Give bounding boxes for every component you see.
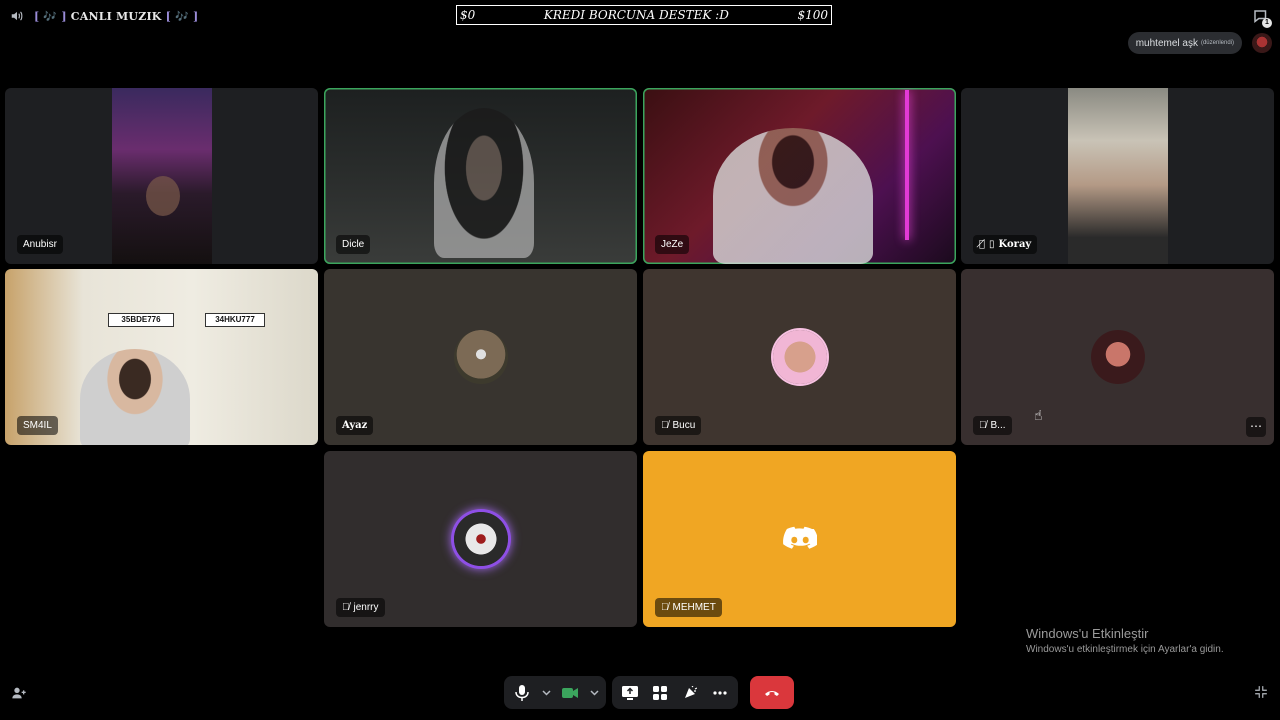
- windows-activation-watermark: Windows'u Etkinleştir Windows'u etkinleş…: [1026, 626, 1224, 655]
- status-text: muhtemel aşk: [1135, 37, 1198, 49]
- speaker-icon[interactable]: [10, 9, 24, 23]
- participant-label: Anubisr: [17, 235, 63, 254]
- fullscreen-icon[interactable]: [1254, 685, 1268, 699]
- participant-name: MEHMET: [672, 602, 716, 613]
- tile-more-button[interactable]: ⋯: [1246, 417, 1266, 437]
- channel-header: [ 🎶 ] CANLI MUZIK [ 🎶 ]: [10, 8, 198, 24]
- participant-name: Dicle: [342, 239, 365, 250]
- camera-button[interactable]: [558, 681, 582, 705]
- video-feed: [434, 108, 534, 258]
- more-icon: [713, 690, 727, 695]
- status-edited: (düzenlendi): [1200, 40, 1234, 46]
- soundboard-button[interactable]: [678, 681, 702, 705]
- video-feed-light: [905, 90, 909, 240]
- watermark-subtitle: Windows'u etkinleştirmek için Ayarlar'a …: [1026, 644, 1224, 655]
- participant-tile-koray[interactable]: 🎙̸ ▯ Koray: [961, 88, 1274, 264]
- threads-button[interactable]: 1: [1252, 8, 1272, 28]
- participant-label: 🎙̸ ▯ Koray: [973, 235, 1038, 254]
- avatar: [1090, 330, 1145, 384]
- call-control-bar: [504, 676, 794, 709]
- participant-label: Ayaz: [336, 416, 374, 435]
- participant-label: Dicle: [336, 235, 371, 254]
- license-plate: 34HKU777: [205, 313, 265, 327]
- share-screen-button[interactable]: [618, 681, 642, 705]
- threads-badge: 1: [1262, 18, 1272, 28]
- donation-progress-banner: $0 KREDI BORCUNA DESTEK :D $100: [456, 5, 832, 25]
- soundboard-icon: [685, 685, 697, 698]
- avatar: [453, 330, 508, 384]
- more-icon: ⋯: [1250, 419, 1262, 433]
- muted-mic-icon: 🎙̸: [661, 420, 669, 431]
- watermark-title: Windows'u Etkinleştir: [1026, 626, 1149, 641]
- actions-group: [612, 676, 738, 709]
- channel-deco-left: [ 🎶 ]: [34, 9, 67, 23]
- muted-mic-icon: 🎙̸: [342, 602, 350, 613]
- banner-max: $100: [797, 8, 828, 22]
- muted-mic-icon: 🎙̸: [979, 420, 987, 431]
- participant-label: SM4IL: [17, 416, 58, 435]
- more-options-button[interactable]: [708, 681, 732, 705]
- participant-tile-bucu[interactable]: 🎙̸ Bucu: [643, 269, 956, 445]
- camera-icon: [562, 687, 578, 698]
- banner-title: KREDI BORCUNA DESTEK :D: [543, 8, 729, 22]
- participant-name: Koray: [998, 239, 1032, 250]
- participant-tile-dicle[interactable]: Dicle: [324, 88, 637, 264]
- license-plate: 35BDE776: [108, 313, 174, 327]
- participant-name: Bucu: [672, 420, 696, 431]
- participant-tile-jeze[interactable]: JeZe: [643, 88, 956, 264]
- video-feed: [1068, 88, 1168, 264]
- channel-deco-right: [ 🎶 ]: [165, 9, 199, 23]
- banner-min: $0: [460, 8, 476, 22]
- hand-cursor-icon: ☝: [1034, 407, 1043, 423]
- activities-icon: [653, 685, 667, 700]
- participant-name: B...: [990, 420, 1006, 431]
- video-feed: [112, 88, 212, 264]
- video-feed: [80, 349, 190, 445]
- participant-name: Anubisr: [23, 239, 57, 250]
- channel-title: [ 🎶 ] CANLI MUZIK [ 🎶 ]: [34, 10, 198, 23]
- participant-label: 🎙̸ B...: [973, 416, 1012, 435]
- participant-tile-anubisr[interactable]: Anubisr: [5, 88, 318, 264]
- muted-mic-icon: 🎙̸: [979, 239, 986, 250]
- camera-options-button[interactable]: [588, 681, 600, 705]
- mic-group: [504, 676, 606, 709]
- add-user-icon[interactable]: [11, 685, 27, 701]
- user-status-chip[interactable]: muhtemel aşk (düzenlendi): [1127, 32, 1242, 54]
- participant-tile-jenrry[interactable]: 🎙̸ jenrry: [324, 451, 637, 627]
- muted-mic-icon: 🎙̸: [661, 602, 669, 613]
- disconnect-button[interactable]: [750, 676, 794, 709]
- channel-name: CANLI MUZIK: [70, 9, 162, 23]
- avatar: [453, 512, 508, 566]
- chevron-down-icon: [589, 689, 599, 696]
- mic-button[interactable]: [510, 681, 534, 705]
- participant-label: JeZe: [655, 235, 690, 254]
- mic-icon: [515, 684, 529, 701]
- participant-name: JeZe: [661, 239, 684, 250]
- mic-options-button[interactable]: [540, 681, 552, 705]
- hangup-icon: [765, 690, 779, 696]
- participant-name: jenrry: [353, 602, 379, 613]
- participant-label: 🎙̸ MEHMET: [655, 598, 722, 617]
- participant-name: SM4IL: [23, 420, 52, 431]
- participant-tile-b[interactable]: 🎙̸ B... ⋯: [961, 269, 1274, 445]
- participant-label: 🎙̸ Bucu: [655, 416, 702, 435]
- activities-button[interactable]: [648, 681, 672, 705]
- share-screen-icon: [622, 685, 638, 700]
- avatar: [772, 330, 827, 384]
- discord-logo-icon: [782, 526, 817, 549]
- participant-tile-mehmet[interactable]: 🎙̸ MEHMET: [643, 451, 956, 627]
- participant-label: 🎙̸ jenrry: [336, 598, 385, 617]
- participant-name: Ayaz: [342, 420, 368, 431]
- video-feed: [713, 128, 873, 264]
- status-avatar[interactable]: [1252, 33, 1272, 53]
- chevron-down-icon: [541, 689, 551, 696]
- mobile-icon: ▯: [989, 239, 995, 250]
- participant-tile-sm4il[interactable]: 35BDE776 34HKU777 SM4IL: [5, 269, 318, 445]
- participant-tile-ayaz[interactable]: Ayaz: [324, 269, 637, 445]
